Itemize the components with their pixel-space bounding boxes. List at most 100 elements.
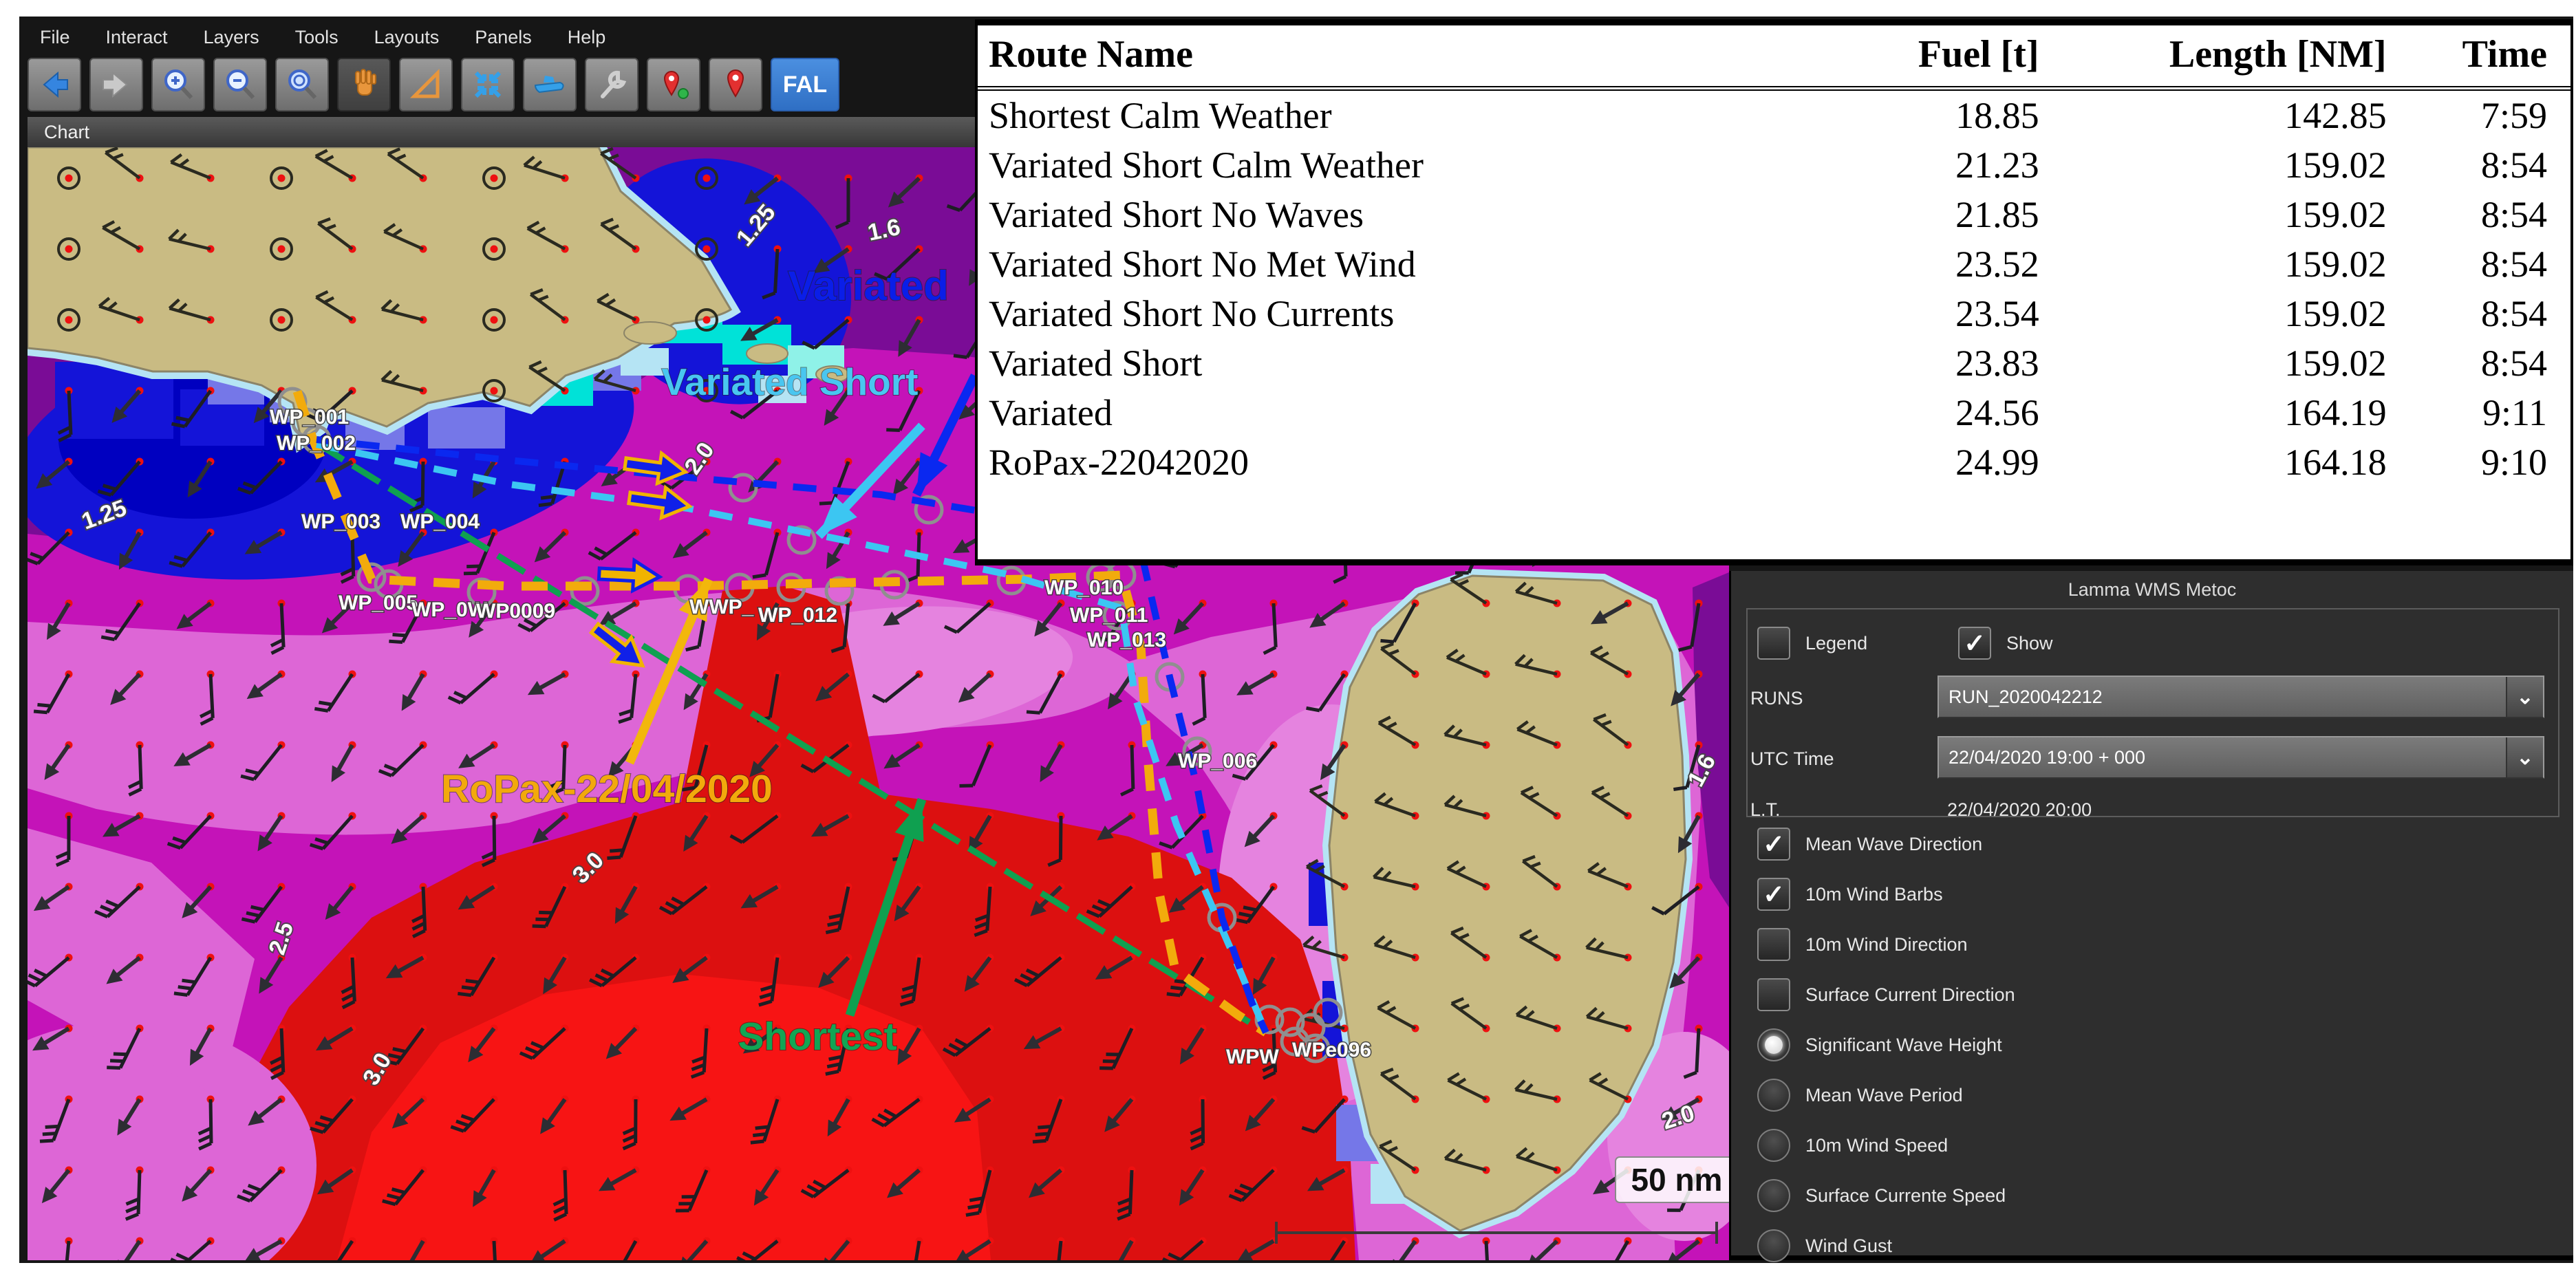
pin-add-icon	[654, 65, 694, 105]
table-cell: 21.23	[1808, 140, 2094, 190]
measure-button[interactable]	[399, 58, 453, 111]
ship-button[interactable]	[523, 58, 577, 111]
menu-bar: File Interact Layers Tools Layouts Panels Help	[28, 21, 987, 54]
table-cell: 159.02	[2094, 239, 2462, 289]
utc-label-row: UTC Time	[1750, 742, 1834, 776]
back-button[interactable]	[28, 58, 81, 111]
radio-label: Mean Wave Period	[1805, 1085, 1963, 1106]
tab-chart[interactable]: Chart	[44, 117, 89, 147]
fal-button[interactable]: FAL	[771, 58, 839, 111]
pan-button[interactable]	[337, 58, 391, 111]
table-header-0: Route Name	[978, 25, 1808, 89]
pan-icon	[344, 65, 384, 105]
runs-label: RUNS	[1750, 688, 1803, 709]
waypoint-label: WP_003	[301, 510, 380, 533]
menu-file[interactable]: File	[40, 27, 70, 48]
legend-row: Legend	[1757, 626, 1867, 660]
table-cell: 8:54	[2462, 338, 2570, 388]
waypoint-label: WP_002	[277, 432, 356, 455]
table-cell: 159.02	[2094, 289, 2462, 338]
fit-view-button[interactable]	[461, 58, 515, 111]
field-row: Mean Wave Period	[1757, 1078, 1963, 1112]
utc-time-dropdown[interactable]: 22/04/2020 19:00 + 000 ⌄	[1938, 736, 2544, 779]
wrench-icon	[592, 65, 632, 105]
layer-row: 10m Wind Direction	[1757, 927, 1968, 962]
local-time-value: 22/04/2020 20:00	[1947, 799, 2092, 821]
waypoint-button[interactable]	[709, 58, 762, 111]
checkbox-10m-wind-direction[interactable]	[1757, 928, 1790, 961]
waypoint-label: WP0009	[476, 600, 555, 623]
menu-tools[interactable]: Tools	[295, 27, 339, 48]
menu-interact[interactable]: Interact	[106, 27, 168, 48]
tools-button[interactable]	[585, 58, 638, 111]
forward-button[interactable]	[89, 58, 143, 111]
zoom-region-button[interactable]	[275, 58, 329, 111]
field-row: Significant Wave Height	[1757, 1028, 2002, 1062]
table-cell: 8:54	[2462, 239, 2570, 289]
lt-value-row: 22/04/2020 20:00	[1947, 792, 2092, 827]
table-cell: 8:54	[2462, 190, 2570, 239]
waypoint-label: WP_013	[1087, 629, 1166, 651]
table-row: Variated Short No Waves21.85159.028:54	[978, 190, 2570, 239]
waypoint-label: WPW	[1226, 1046, 1279, 1068]
zoom-out-button[interactable]	[213, 58, 267, 111]
menu-help[interactable]: Help	[568, 27, 606, 48]
radio-10m-wind-speed[interactable]	[1757, 1129, 1790, 1162]
layer-row: Surface Current Direction	[1757, 978, 2015, 1012]
table-cell: 21.85	[1808, 190, 2094, 239]
zoom-in-icon	[158, 65, 198, 105]
route-name-label: Shortest	[738, 1015, 897, 1059]
radio-significant-wave-height[interactable]	[1757, 1028, 1790, 1061]
route-name-label: RoPax-22/04/2020	[441, 767, 773, 811]
add-waypoint-button[interactable]	[647, 58, 700, 111]
table-cell: 164.19	[2094, 388, 2462, 438]
radio-wind-gust[interactable]	[1757, 1229, 1790, 1262]
waypoint-label: WP_011	[1070, 604, 1148, 627]
menu-layers[interactable]: Layers	[204, 27, 259, 48]
menu-layouts[interactable]: Layouts	[374, 27, 440, 48]
checkbox-10m-wind-barbs[interactable]: ✓	[1757, 878, 1790, 911]
table-cell: Variated	[978, 388, 1808, 438]
runs-label-row: RUNS	[1750, 681, 1803, 715]
pin-icon	[716, 65, 755, 105]
table-cell: 23.52	[1808, 239, 2094, 289]
zoom-out-icon	[220, 65, 260, 105]
utc-time-value: 22/04/2020 19:00 + 000	[1939, 747, 2506, 768]
radio-surface-currente-speed[interactable]	[1757, 1179, 1790, 1212]
checkbox-label: 10m Wind Barbs	[1805, 884, 1943, 905]
field-row: Surface Currente Speed	[1757, 1178, 2006, 1213]
waypoint-label: WWP_	[689, 596, 754, 618]
table-cell: 164.18	[2094, 438, 2462, 487]
table-cell: 159.02	[2094, 338, 2462, 388]
field-row: Wind Gust	[1757, 1229, 1892, 1263]
zoom-in-button[interactable]	[151, 58, 205, 111]
layer-row: ✓Mean Wave Direction	[1757, 827, 1982, 861]
layer-row: ✓ 10m Wind Barbs	[1757, 877, 1943, 911]
show-checkbox[interactable]: ✓	[1958, 627, 1991, 660]
local-time-label: L.T.	[1750, 799, 1781, 821]
fit-icon	[468, 65, 508, 105]
checkbox-surface-current-direction[interactable]	[1757, 978, 1790, 1011]
radio-mean-wave-period[interactable]	[1757, 1079, 1790, 1112]
radio-label: 10m Wind Speed	[1805, 1135, 1948, 1156]
ship-icon	[530, 65, 570, 105]
runs-value: RUN_2020042212	[1939, 687, 2506, 708]
table-cell: Variated Short	[978, 338, 1808, 388]
checkbox-label: 10m Wind Direction	[1805, 934, 1968, 955]
panel-title: Lamma WMS Metoc	[1731, 579, 2573, 601]
table-cell: 8:54	[2462, 289, 2570, 338]
table-row: Variated Short No Met Wind23.52159.028:5…	[978, 239, 2570, 289]
menu-panels[interactable]: Panels	[475, 27, 532, 48]
chevron-down-icon[interactable]: ⌄	[2506, 737, 2543, 777]
route-name-label: Variated Short	[662, 360, 919, 403]
radio-label: Significant Wave Height	[1805, 1035, 2002, 1056]
runs-dropdown[interactable]: RUN_2020042212 ⌄	[1938, 676, 2544, 718]
table-cell: 23.83	[1808, 338, 2094, 388]
radio-label: Surface Currente Speed	[1805, 1185, 2006, 1207]
legend-checkbox[interactable]	[1757, 627, 1790, 660]
checkbox-mean-wave-direction[interactable]: ✓	[1757, 828, 1790, 861]
toolbar: FAL	[28, 58, 839, 111]
chevron-down-icon[interactable]: ⌄	[2506, 677, 2543, 717]
lt-label-row: L.T.	[1750, 792, 1781, 827]
table-cell: RoPax-22042020	[978, 438, 1808, 487]
